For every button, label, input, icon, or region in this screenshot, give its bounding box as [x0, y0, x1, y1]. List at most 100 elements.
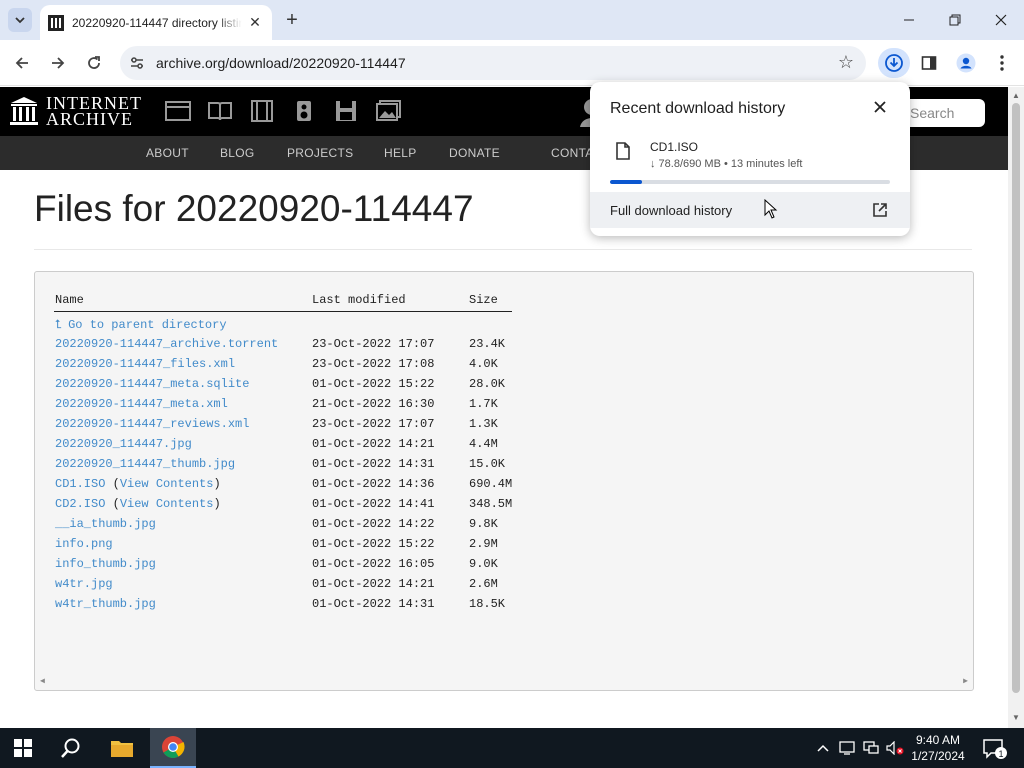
full-download-history-row[interactable]: Full download history: [590, 192, 910, 228]
taskbar-search-button[interactable]: [48, 728, 94, 768]
file-name-cell: info_thumb.jpg: [55, 557, 156, 571]
browser-tab[interactable]: 20220920-114447 directory listing ✕: [40, 5, 272, 40]
parent-directory-link[interactable]: ⮤ Go to parent directory: [55, 317, 227, 332]
scroll-right-arrow-icon[interactable]: ▶: [963, 676, 968, 686]
taskbar-file-explorer[interactable]: [99, 728, 145, 768]
download-filename[interactable]: CD1.ISO: [650, 140, 698, 154]
ia-logo[interactable]: INTERNET ARCHIVE: [10, 94, 142, 128]
file-link[interactable]: info.png: [55, 537, 113, 551]
scrollbar-thumb[interactable]: [1012, 103, 1020, 693]
forward-button[interactable]: [44, 49, 72, 77]
tab-search-button[interactable]: [8, 8, 32, 32]
page-title: Files for 20220920-114447: [34, 188, 474, 229]
tab-close-icon[interactable]: ✕: [246, 14, 264, 31]
parent-directory-label: Go to parent directory: [68, 318, 227, 332]
side-panel-icon: [921, 56, 937, 70]
file-link[interactable]: w4tr_thumb.jpg: [55, 597, 156, 611]
nav-blog[interactable]: BLOG: [220, 146, 255, 160]
full-download-history-label: Full download history: [610, 203, 733, 218]
file-link[interactable]: 20220920_114447.jpg: [55, 437, 192, 451]
archive-building-icon: [10, 97, 38, 125]
file-size-cell: 2.6M: [469, 577, 498, 591]
file-link[interactable]: w4tr.jpg: [55, 577, 113, 591]
view-contents-link[interactable]: View Contents: [120, 497, 214, 511]
start-button[interactable]: [0, 728, 46, 768]
notification-icon: 1: [983, 739, 1007, 759]
show-hidden-icons-chevron-icon[interactable]: [814, 740, 832, 756]
downloads-button[interactable]: [878, 48, 910, 78]
ia-search-placeholder: Search: [910, 105, 955, 121]
volume-muted-icon[interactable]: [886, 740, 904, 756]
scroll-down-arrow-icon[interactable]: ▼: [1012, 713, 1020, 722]
restore-button[interactable]: [932, 0, 978, 40]
scroll-left-arrow-icon[interactable]: ◀: [40, 676, 45, 686]
page-scrollbar[interactable]: ▲ ▼: [1008, 87, 1024, 728]
file-link[interactable]: 20220920-114447_reviews.xml: [55, 417, 249, 431]
file-size-cell: 18.5K: [469, 597, 506, 611]
file-size-cell: 4.0K: [469, 357, 498, 371]
software-floppy-icon[interactable]: [333, 99, 359, 123]
up-arrow-icon: ⮤: [55, 317, 63, 331]
file-link[interactable]: CD1.ISO: [55, 477, 105, 491]
restore-icon: [949, 14, 961, 26]
file-size-cell: 28.0K: [469, 377, 506, 391]
paren-close: ): [213, 497, 221, 511]
column-header-name[interactable]: Name: [55, 293, 84, 307]
url-text[interactable]: archive.org/download/20220920-114447: [156, 55, 406, 71]
back-button[interactable]: [8, 49, 36, 77]
profile-button[interactable]: [954, 51, 978, 75]
browser-menu-button[interactable]: [992, 51, 1012, 75]
file-link[interactable]: 20220920_114447_thumb.jpg: [55, 457, 235, 471]
nav-about[interactable]: ABOUT: [146, 146, 189, 160]
file-link[interactable]: CD2.ISO: [55, 497, 105, 511]
texts-book-icon[interactable]: [207, 99, 233, 123]
column-header-size[interactable]: Size: [469, 293, 498, 307]
network-icon[interactable]: [862, 740, 880, 756]
nav-projects[interactable]: PROJECTS: [287, 146, 353, 160]
side-panel-button[interactable]: [918, 52, 940, 74]
web-media-icon[interactable]: [165, 99, 191, 123]
address-bar[interactable]: archive.org/download/20220920-114447 ☆: [120, 46, 866, 80]
close-window-button[interactable]: [978, 0, 1024, 40]
nav-donate[interactable]: DONATE: [449, 146, 500, 160]
scroll-up-arrow-icon[interactable]: ▲: [1012, 91, 1020, 100]
file-link[interactable]: info_thumb.jpg: [55, 557, 156, 571]
taskbar-chrome[interactable]: [150, 728, 196, 768]
file-name-cell: 20220920-114447_files.xml: [55, 357, 235, 371]
table-row: 20220920-114447_meta.xml 21-Oct-2022 16:3…: [35, 397, 935, 417]
file-name-cell: 20220920-114447_reviews.xml: [55, 417, 249, 431]
file-size-cell: 348.5M: [469, 497, 513, 511]
file-link[interactable]: __ia_thumb.jpg: [55, 517, 156, 531]
folder-icon: [111, 741, 133, 757]
minimize-button[interactable]: [886, 0, 932, 40]
audio-speaker-icon[interactable]: [291, 99, 317, 123]
file-link[interactable]: 20220920-114447_meta.sqlite: [55, 377, 249, 391]
file-name-cell: CD2.ISO (View Contents): [55, 497, 221, 511]
notification-center-button[interactable]: 1: [982, 738, 1008, 765]
video-film-icon[interactable]: [249, 99, 275, 123]
bookmark-star-icon[interactable]: ☆: [838, 52, 854, 73]
images-photo-icon[interactable]: [375, 99, 401, 123]
taskbar-clock[interactable]: 9:40 AM 1/27/2024: [908, 732, 968, 764]
file-link[interactable]: 20220920-114447_archive.torrent: [55, 337, 278, 351]
reload-button[interactable]: [80, 49, 108, 77]
new-tab-button[interactable]: +: [280, 8, 304, 32]
nav-help[interactable]: HELP: [384, 146, 417, 160]
table-row: 20220920-114447_archive.torrent 23-Oct-20…: [35, 337, 935, 357]
file-size-cell: 23.4K: [469, 337, 506, 351]
column-header-modified[interactable]: Last modified: [312, 293, 406, 307]
file-name-cell: 20220920_114447.jpg: [55, 437, 192, 451]
file-modified-cell: 21-Oct-2022 16:30: [312, 397, 435, 411]
clock-time: 9:40 AM: [915, 733, 961, 747]
tray-monitor-icon[interactable]: [838, 740, 856, 756]
site-info-button[interactable]: [122, 48, 152, 78]
file-link[interactable]: 20220920-114447_files.xml: [55, 357, 235, 371]
file-size-cell: 2.9M: [469, 537, 498, 551]
tune-icon: [131, 57, 143, 69]
file-link[interactable]: 20220920-114447_meta.xml: [55, 397, 228, 411]
file-size-cell: 4.4M: [469, 437, 498, 451]
search-icon: [61, 738, 80, 758]
file-name-cell: info.png: [55, 537, 113, 551]
popup-close-button[interactable]: [871, 98, 889, 116]
view-contents-link[interactable]: View Contents: [120, 477, 214, 491]
